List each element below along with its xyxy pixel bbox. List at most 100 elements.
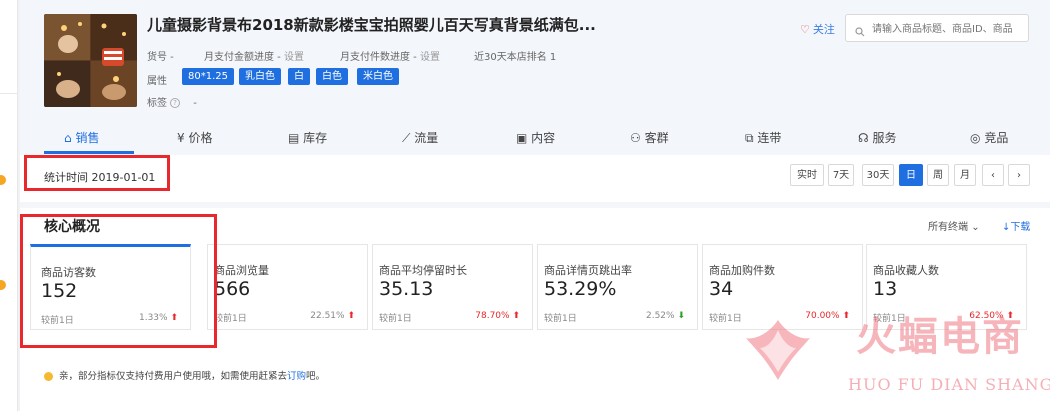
metric-pct: 2.52%: [645, 311, 675, 321]
chevron-down-icon: ⌄: [971, 222, 980, 233]
date-bar: 统计时间 2019-01-01 实时 7天 30天 日 周 月 ‹ ›: [20, 155, 1050, 202]
metric-pct: 70.00%: [805, 311, 840, 321]
price-icon: ¥: [177, 131, 185, 145]
inventory-icon: ▤: [288, 131, 300, 145]
range-30d-button[interactable]: 30天: [862, 164, 894, 186]
order-link[interactable]: 订购: [287, 371, 306, 382]
range-realtime-button[interactable]: 实时: [790, 164, 824, 186]
search-input[interactable]: [870, 19, 1028, 39]
metric-value: 34: [709, 278, 734, 300]
tab-label: 流量: [414, 131, 439, 145]
tab-price[interactable]: ¥ 价格: [177, 129, 212, 146]
metric-change: 70.00% ⬆: [805, 311, 850, 321]
attr-tag: 米白色: [357, 68, 399, 85]
product-thumbnail[interactable]: [44, 14, 137, 107]
range-7d-button[interactable]: 7天: [828, 164, 854, 186]
metric-change: 62.50% ⬆: [969, 311, 1014, 321]
metric-compare: 较前1日: [379, 314, 412, 324]
range-week-button[interactable]: 周: [927, 164, 949, 186]
metric-card[interactable]: 商品详情页跳出率 53.29% 较前1日 2.52% ⬇: [537, 244, 698, 330]
notice-tail: 吧。: [306, 371, 326, 382]
metric-change: 2.52% ⬇: [646, 311, 685, 321]
tab-inventory[interactable]: ▤ 库存: [288, 129, 327, 146]
metric-card[interactable]: 商品收藏人数 13 较前1日 62.50% ⬆: [866, 244, 1027, 330]
meta-item-no: 货号 -: [147, 48, 174, 63]
tab-traffic[interactable]: ⟋ 流量: [402, 129, 438, 146]
attr-label: 属性: [147, 76, 167, 87]
search-icon: [855, 22, 865, 41]
tab-service[interactable]: ☊ 服务: [858, 129, 897, 146]
metric-card[interactable]: 商品加购件数 34 较前1日 70.00% ⬆: [702, 244, 863, 330]
metric-label: 商品详情页跳出率: [544, 264, 632, 277]
range-day-button[interactable]: 日: [899, 164, 923, 186]
metric-label: 商品浏览量: [214, 264, 269, 277]
tab-competitor[interactable]: ◎ 竞品: [970, 129, 1008, 146]
metric-card[interactable]: 商品浏览量 566 较前1日 22.51% ⬆: [207, 244, 368, 330]
label-row-label: 标签: [147, 98, 167, 109]
tab-sales[interactable]: ⌂ 销售: [64, 129, 99, 146]
metric-card[interactable]: 商品平均停留时长 35.13 较前1日 78.70% ⬆: [372, 244, 533, 330]
notice-text: 亲，部分指标仅支持付费用户使用哦，如需使用赶紧去: [59, 371, 288, 382]
metric-compare: 较前1日: [214, 314, 247, 324]
terminal-label: 所有终端: [928, 222, 968, 233]
analysis-tabs: ⌂ 销售 ¥ 价格 ▤ 库存 ⟋ 流量 ▣ 内容 ⚇ 客群 ⧉ 连带 ☊ 服务 …: [20, 118, 1050, 156]
help-icon[interactable]: ?: [170, 98, 180, 108]
meta-label: 货号 -: [147, 52, 174, 63]
link-icon: ⧉: [745, 131, 754, 145]
nav-dot[interactable]: [0, 175, 6, 185]
highlight-box: [20, 214, 217, 348]
label-row-value: -: [193, 98, 197, 109]
meta-monthly-count: 月支付件数进度 - 设置: [340, 48, 440, 63]
product-title: 儿童摄影背景布2018新款影楼宝宝拍照婴儿百天写真背景纸满包...: [147, 16, 596, 34]
traffic-icon: ⟋: [402, 131, 411, 145]
metric-compare: 较前1日: [709, 314, 742, 324]
metric-change: 78.70% ⬆: [475, 311, 520, 321]
metric-label: 商品加购件数: [709, 264, 775, 277]
range-month-button[interactable]: 月: [954, 164, 976, 186]
tab-label: 内容: [531, 131, 556, 145]
next-button[interactable]: ›: [1008, 164, 1030, 186]
metric-label: 商品收藏人数: [873, 264, 939, 277]
arrow-down-icon: ⬇: [677, 311, 685, 321]
home-icon: ⌂: [64, 131, 72, 145]
tab-label: 价格: [188, 131, 213, 145]
meta-rank: 近30天本店排名 1: [474, 48, 556, 63]
product-header: 儿童摄影背景布2018新款影楼宝宝拍照婴儿百天写真背景纸满包... ♡关注 货号…: [20, 0, 1050, 118]
tab-content[interactable]: ▣ 内容: [516, 129, 555, 146]
product-search[interactable]: [845, 14, 1029, 42]
tab-customer[interactable]: ⚇ 客群: [630, 129, 669, 146]
meta-label: 月支付金额进度 -: [204, 52, 281, 63]
setting-link[interactable]: 设置: [420, 52, 440, 63]
tab-link[interactable]: ⧉ 连带: [745, 129, 781, 146]
follow-button[interactable]: ♡ 关注: [800, 21, 835, 37]
active-tab-indicator: [44, 151, 134, 154]
prev-button[interactable]: ‹: [982, 164, 1004, 186]
content-icon: ▣: [516, 131, 528, 145]
divider: [0, 93, 17, 94]
metric-change: 22.51% ⬆: [310, 311, 355, 321]
arrow-up-icon: ⬆: [347, 311, 355, 321]
metric-pct: 78.70%: [475, 311, 510, 321]
attr-tag: 80*1.25: [182, 68, 234, 85]
download-label: 下载: [1010, 222, 1031, 233]
setting-link[interactable]: 设置: [284, 52, 304, 63]
metric-value: 13: [873, 278, 898, 300]
left-sidebar-strip: [0, 0, 18, 411]
customer-icon: ⚇: [630, 131, 641, 145]
attr-tag: 白: [288, 68, 310, 85]
core-overview: 核心概况 所有终端 ⌄ ↓下载 商品访客数 152 较前1日 1.33% ⬆ 商…: [20, 208, 1050, 411]
metric-value: 35.13: [379, 278, 434, 300]
tab-label: 服务: [872, 131, 897, 145]
tab-label: 客群: [644, 131, 669, 145]
download-button[interactable]: ↓下载: [1002, 218, 1030, 233]
attr-tag: 乳白色: [239, 68, 281, 85]
terminal-select[interactable]: 所有终端 ⌄: [928, 218, 980, 233]
tab-label: 连带: [757, 131, 782, 145]
nav-dot[interactable]: [0, 280, 6, 290]
tab-label: 销售: [75, 131, 100, 145]
heart-icon: ♡: [800, 23, 810, 36]
metric-pct: 62.50%: [969, 311, 1004, 321]
arrow-up-icon: ⬆: [512, 311, 520, 321]
metric-compare: 较前1日: [873, 314, 906, 324]
product-analysis-card: 儿童摄影背景布2018新款影楼宝宝拍照婴儿百天写真背景纸满包... ♡关注 货号…: [20, 0, 1050, 411]
